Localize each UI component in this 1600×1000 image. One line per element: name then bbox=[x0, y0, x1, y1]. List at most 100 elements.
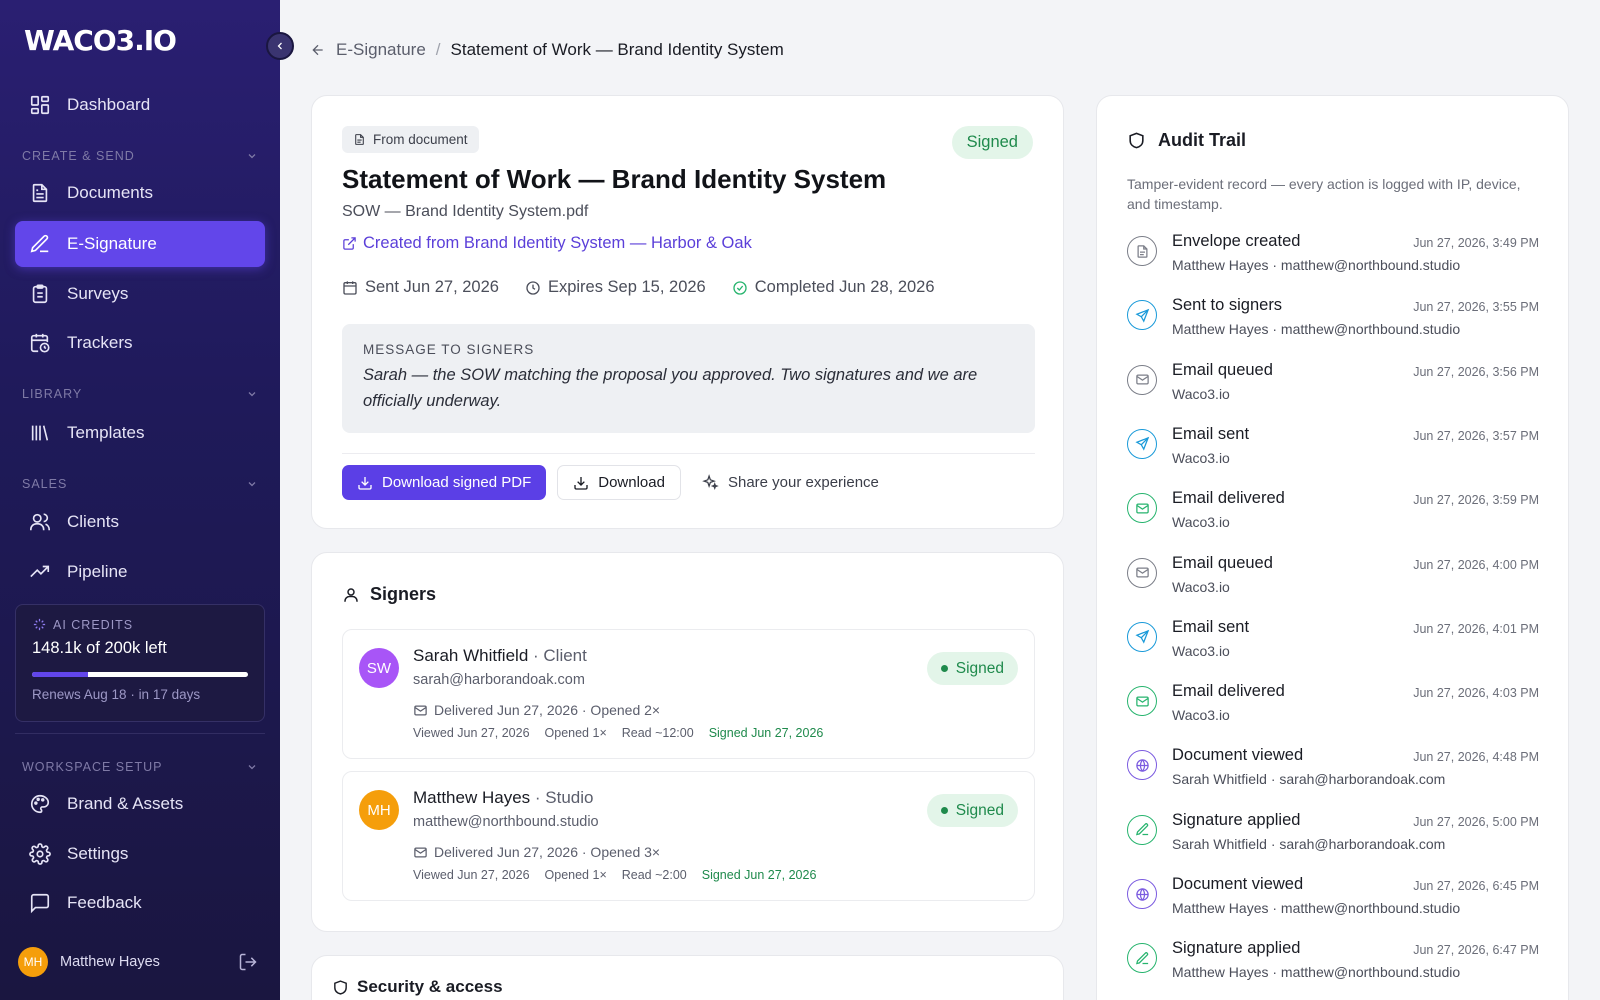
audit-event-title: Email delivered bbox=[1172, 489, 1285, 508]
section-label: SALES bbox=[22, 477, 68, 491]
audit-event-title: Envelope created bbox=[1172, 232, 1301, 250]
section-create-send[interactable]: CREATE & SEND bbox=[22, 149, 258, 163]
external-link-icon bbox=[342, 236, 357, 251]
section-library[interactable]: LIBRARY bbox=[22, 387, 258, 401]
source-document-link-label: Created from Brand Identity System — Har… bbox=[363, 234, 752, 252]
mail-icon bbox=[1127, 557, 1157, 588]
sidebar-item-feedback[interactable]: Feedback bbox=[15, 880, 265, 926]
share-experience-button[interactable]: Share your experience bbox=[692, 465, 889, 500]
audit-event: Email sent Waco3.io Jun 27, 2026, 4:01 PM bbox=[1127, 618, 1539, 674]
avatar: MH bbox=[359, 790, 399, 830]
ai-credits-panel[interactable]: AI CREDITS 148.1k of 200k left Renews Au… bbox=[15, 604, 265, 722]
section-sales[interactable]: SALES bbox=[22, 477, 258, 491]
sidebar-item-pipeline[interactable]: Pipeline bbox=[15, 549, 265, 595]
audit-event-timestamp: Jun 27, 2026, 3:59 PM bbox=[1413, 493, 1539, 508]
audit-event: Signature applied Sarah Whitfield · sarah… bbox=[1127, 811, 1539, 867]
download-signed-pdf-label: Download signed PDF bbox=[382, 474, 532, 491]
sidebar-divider bbox=[15, 733, 265, 734]
source-document-link[interactable]: Created from Brand Identity System — Har… bbox=[342, 234, 752, 253]
divider bbox=[342, 453, 1035, 454]
chevron-down-icon bbox=[246, 761, 258, 773]
section-label: WORKSPACE SETUP bbox=[22, 760, 163, 774]
signer-role: · Studio bbox=[530, 788, 594, 807]
sidebar-item-label: Settings bbox=[67, 844, 129, 863]
clock-icon bbox=[525, 280, 541, 296]
download-button[interactable]: Download bbox=[557, 465, 681, 500]
signer-delivery: Delivered Jun 27, 2026 · Opened 3× bbox=[413, 844, 660, 860]
audit-event-title: Email sent bbox=[1172, 424, 1250, 443]
mail-icon bbox=[413, 845, 428, 860]
credits-label: AI CREDITS bbox=[53, 617, 134, 632]
download-signed-pdf-button[interactable]: Download signed PDF bbox=[342, 465, 547, 500]
sidebar-item-templates[interactable]: Templates bbox=[15, 410, 265, 456]
section-workspace-setup[interactable]: WORKSPACE SETUP bbox=[22, 760, 258, 774]
sidebar-item-documents[interactable]: Documents bbox=[15, 170, 265, 216]
audit-event-title: Email queued bbox=[1172, 360, 1273, 379]
trending-up-icon bbox=[29, 561, 51, 583]
arrow-left-icon[interactable] bbox=[310, 42, 326, 58]
send-icon bbox=[1127, 428, 1157, 459]
sidebar-item-label: Pipeline bbox=[67, 562, 128, 581]
audit-event: Email delivered Waco3.io Jun 27, 2026, 3:5… bbox=[1127, 489, 1539, 545]
chevron-down-icon bbox=[246, 150, 258, 162]
breadcrumb-parent[interactable]: E-Signature bbox=[336, 40, 426, 60]
sidebar-item-dashboard[interactable]: Dashboard bbox=[15, 82, 265, 128]
sidebar-item-label: Feedback bbox=[67, 893, 142, 912]
signer-viewed: Viewed Jun 27, 2026 bbox=[413, 868, 530, 882]
sidebar-item-label: Brand & Assets bbox=[67, 794, 184, 813]
sidebar: WACO3.IO Dashboard CREATE & SEND Documen… bbox=[0, 0, 280, 1000]
signer-row[interactable]: SW Sarah Whitfield · Client sarah@harbor… bbox=[342, 629, 1035, 759]
document-icon bbox=[1127, 236, 1157, 266]
message-to-signers: MESSAGE TO SIGNERS Sarah — the SOW match… bbox=[342, 324, 1035, 433]
pen-icon bbox=[1127, 943, 1157, 974]
sidebar-item-brand-assets[interactable]: Brand & Assets bbox=[15, 781, 265, 827]
page-title: Statement of Work — Brand Identity Syste… bbox=[342, 164, 887, 194]
audit-event-title: Sent to signers bbox=[1172, 296, 1283, 315]
completed-date-label: Completed Jun 28, 2026 bbox=[754, 278, 935, 296]
chevron-down-icon bbox=[246, 478, 258, 490]
sidebar-item-label: E-Signature bbox=[67, 234, 157, 253]
mail-icon bbox=[1127, 364, 1157, 395]
sidebar-collapse-button[interactable] bbox=[266, 32, 294, 60]
send-icon bbox=[1127, 300, 1157, 331]
sidebar-item-clients[interactable]: Clients bbox=[15, 499, 265, 545]
mail-icon bbox=[1127, 493, 1157, 524]
audit-event: Document viewed Matthew Hayes · matthew@n… bbox=[1127, 875, 1539, 931]
signers-title: Signers bbox=[370, 584, 437, 604]
signer-row[interactable]: MH Matthew Hayes · Studio matthew@northb… bbox=[342, 771, 1035, 901]
download-label: Download bbox=[598, 474, 665, 491]
globe-icon bbox=[1127, 879, 1157, 909]
sidebar-item-surveys[interactable]: Surveys bbox=[15, 271, 265, 317]
status-badge: Signed bbox=[951, 126, 1033, 159]
app-logo[interactable]: WACO3.IO bbox=[24, 24, 177, 57]
status-badge: Signed bbox=[926, 794, 1018, 827]
document-card: From document Signed Statement of Work —… bbox=[311, 95, 1064, 529]
signers-heading: Signers bbox=[342, 584, 436, 605]
sidebar-item-label: Surveys bbox=[67, 284, 129, 303]
logout-icon[interactable] bbox=[238, 952, 258, 972]
document-filename: SOW — Brand Identity System.pdf bbox=[342, 203, 589, 220]
signer-delivery-text: Delivered Jun 27, 2026 · Opened 3× bbox=[434, 844, 661, 860]
sidebar-item-trackers[interactable]: Trackers bbox=[15, 320, 265, 366]
shield-icon bbox=[332, 979, 349, 996]
signer-stats: Viewed Jun 27, 2026 Opened 1× Read ~2:00… bbox=[413, 868, 816, 882]
expires-date-label: Expires Sep 15, 2026 bbox=[547, 278, 706, 296]
expires-date: Expires Sep 15, 2026 bbox=[525, 278, 706, 297]
message-square-icon bbox=[29, 892, 51, 914]
sent-date-label: Sent Jun 27, 2026 bbox=[365, 278, 499, 296]
sidebar-item-esignature[interactable]: E-Signature bbox=[15, 221, 265, 267]
sidebar-item-settings[interactable]: Settings bbox=[15, 831, 265, 877]
audit-event-actor: Waco3.io bbox=[1172, 642, 1230, 659]
audit-trail-title: Audit Trail bbox=[1158, 130, 1247, 150]
security-card: Security & access bbox=[311, 955, 1064, 1000]
breadcrumb-separator: / bbox=[435, 40, 441, 59]
audit-event-timestamp: Jun 27, 2026, 4:01 PM bbox=[1413, 621, 1539, 636]
section-label: LIBRARY bbox=[22, 387, 83, 401]
audit-event: Email delivered Waco3.io Jun 27, 2026, 4:0… bbox=[1127, 682, 1539, 738]
security-heading[interactable]: Security & access bbox=[332, 977, 503, 997]
audit-event-actor: Waco3.io bbox=[1172, 385, 1230, 402]
current-user[interactable]: MH Matthew Hayes bbox=[18, 946, 258, 978]
sent-date: Sent Jun 27, 2026 bbox=[342, 278, 499, 297]
breadcrumb-current: Statement of Work — Brand Identity Syste… bbox=[450, 40, 784, 59]
audit-event: Document viewed Sarah Whitfield · sarah@h… bbox=[1127, 746, 1539, 802]
